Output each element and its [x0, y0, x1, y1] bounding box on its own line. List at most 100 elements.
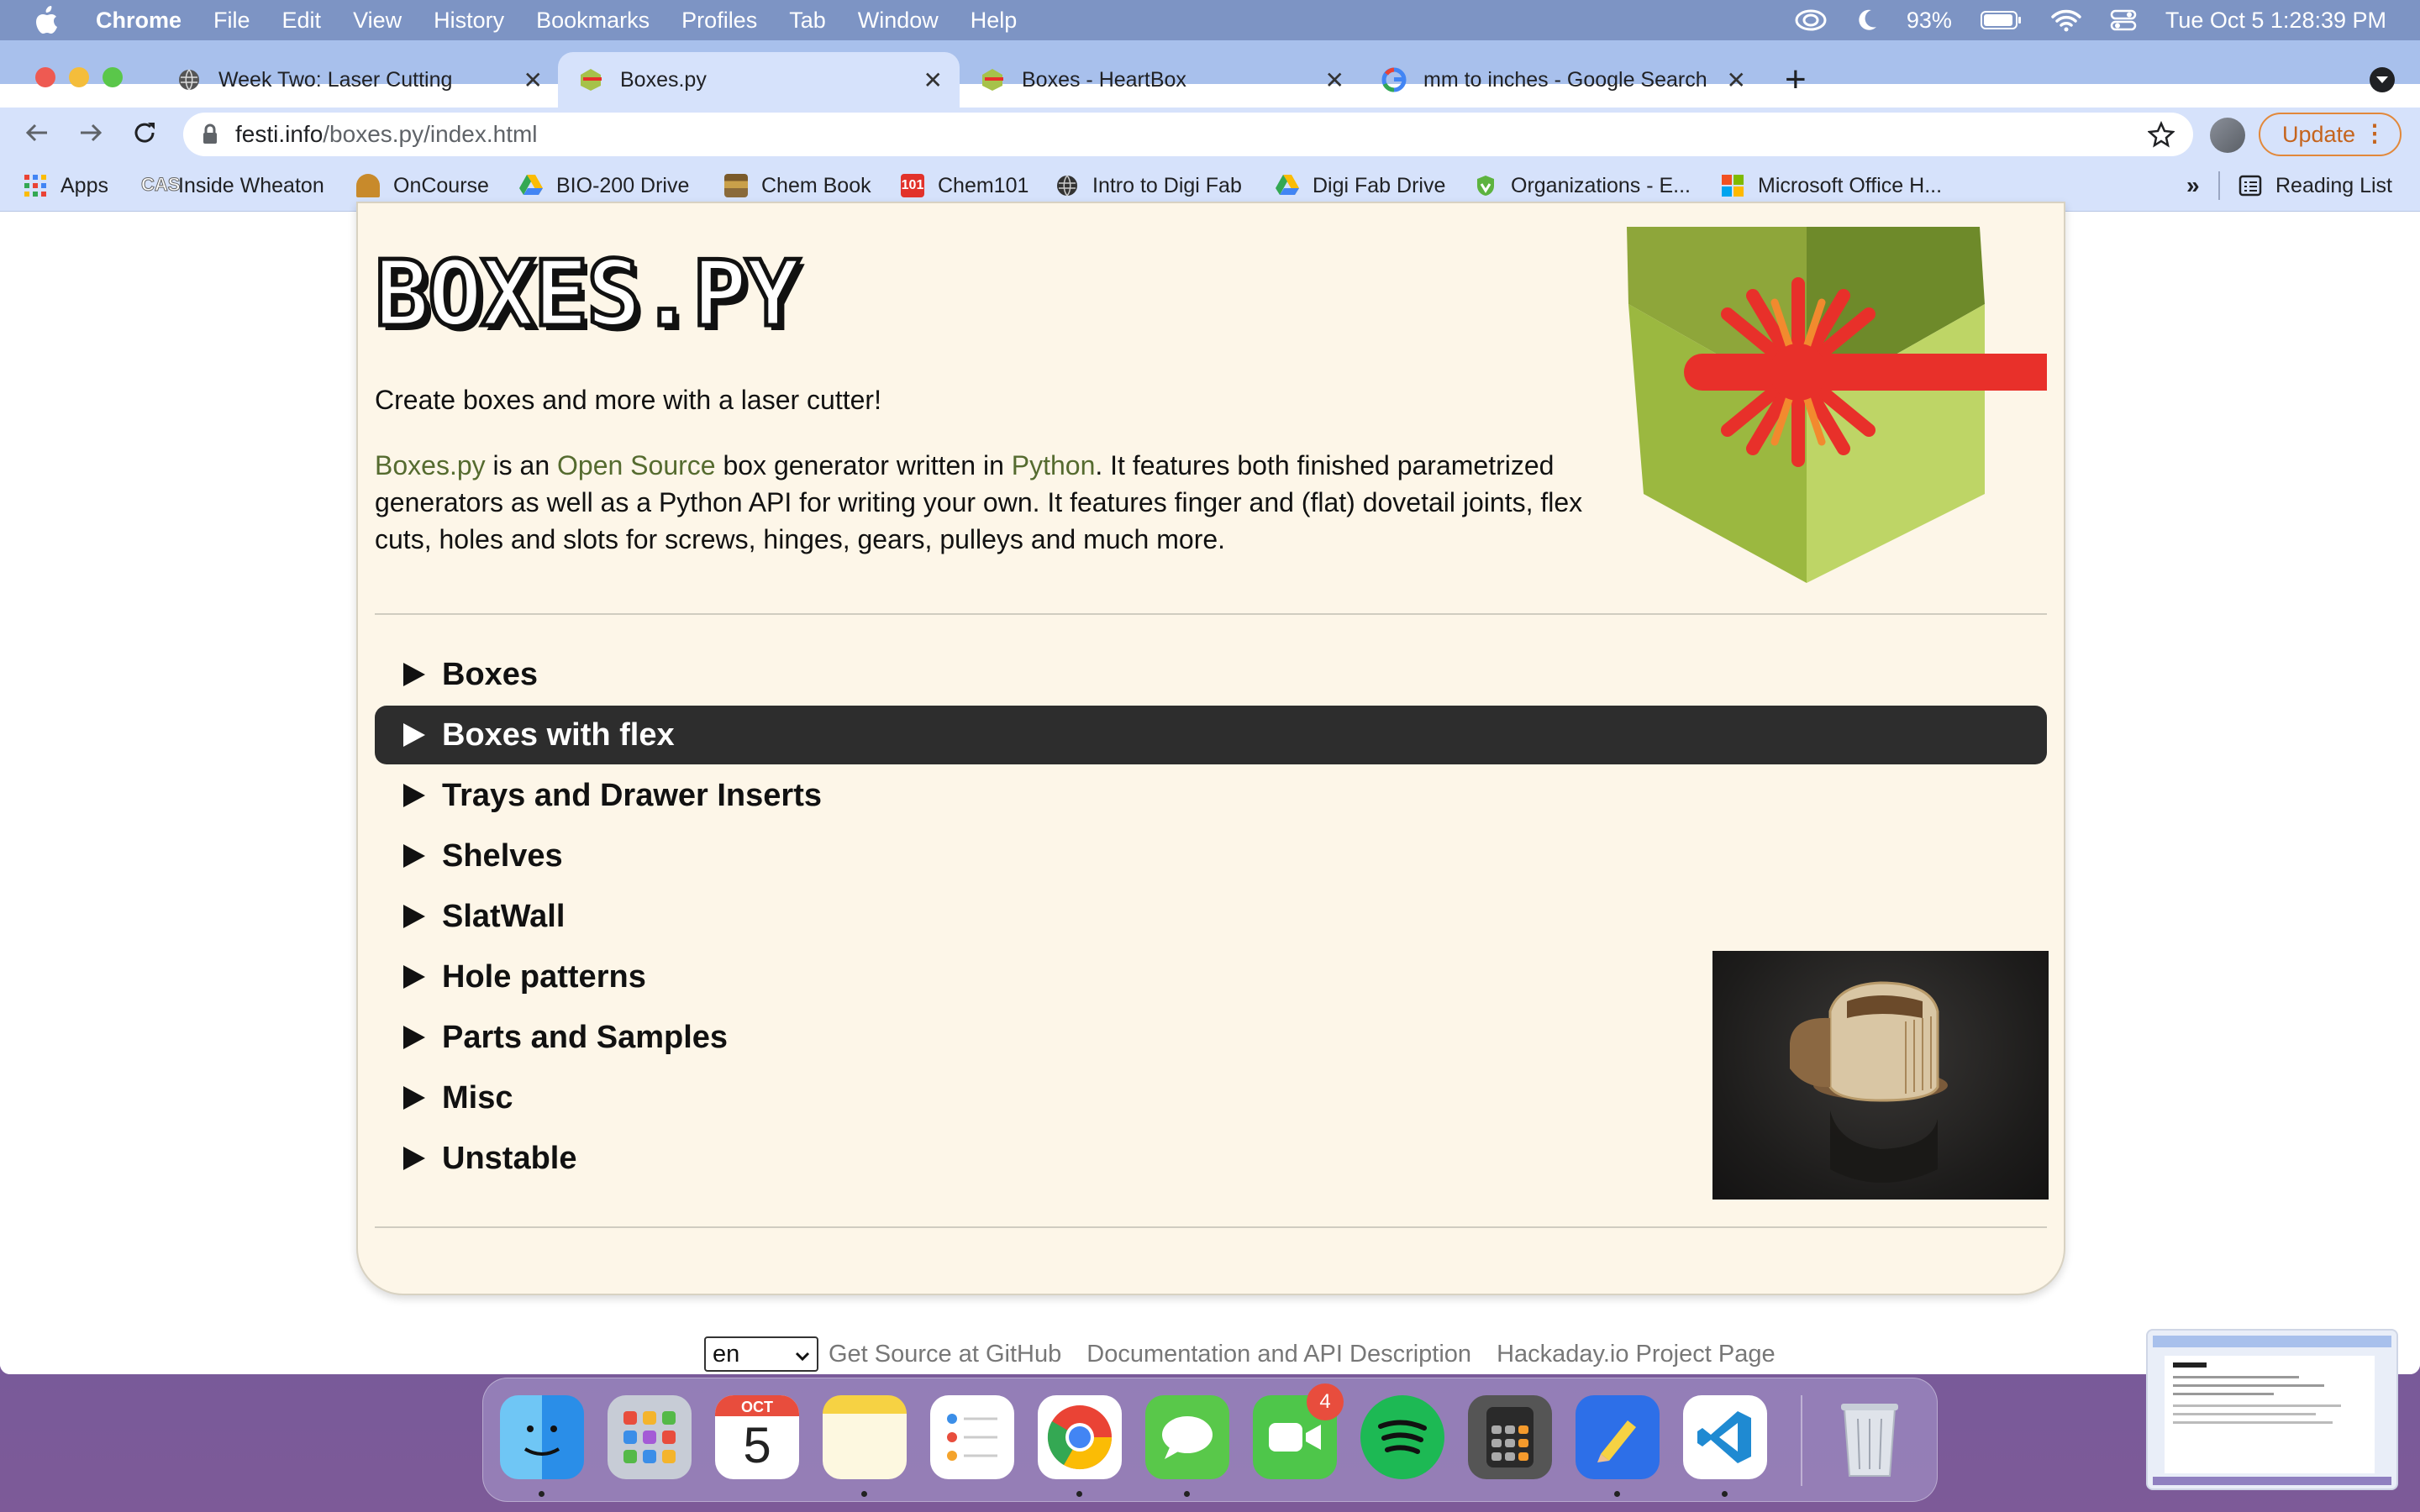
menu-view[interactable]: View: [353, 8, 402, 34]
forward-icon[interactable]: [76, 118, 106, 152]
chrome-window: Week Two: Laser Cutting ✕ Boxes.py ✕ Box…: [0, 40, 2420, 1374]
reading-list-button[interactable]: Reading List: [2238, 160, 2392, 212]
close-tab-icon[interactable]: ✕: [1325, 66, 1344, 94]
boxes-icon: [980, 67, 1005, 92]
lock-icon[interactable]: [202, 123, 218, 145]
battery-icon[interactable]: [1980, 10, 2023, 30]
menu-file[interactable]: File: [213, 8, 250, 34]
screenshot-preview-thumbnail[interactable]: [2146, 1329, 2398, 1490]
apps-grid-icon: [24, 174, 47, 197]
clock[interactable]: Tue Oct 5 1:28:39 PM: [2165, 8, 2386, 34]
kebab-menu-icon[interactable]: ⋮: [2363, 119, 2386, 147]
messages-icon[interactable]: [1145, 1395, 1229, 1479]
menu-history[interactable]: History: [434, 8, 504, 34]
chevron-down-icon: [795, 1341, 810, 1368]
expand-triangle-icon: [403, 723, 425, 747]
bookmark-inside-wheaton[interactable]: CAS Inside Wheaton: [141, 160, 324, 212]
new-tab-icon[interactable]: +: [1785, 59, 1807, 101]
language-select[interactable]: en: [704, 1336, 818, 1372]
close-tab-icon[interactable]: ✕: [1727, 66, 1746, 94]
apple-icon[interactable]: [34, 6, 67, 34]
menu-help[interactable]: Help: [971, 8, 1018, 34]
notes-icon[interactable]: [823, 1395, 907, 1479]
tab-strip: Week Two: Laser Cutting ✕ Boxes.py ✕ Box…: [0, 40, 2420, 108]
running-indicator: [1184, 1491, 1190, 1497]
menu-window[interactable]: Window: [858, 8, 939, 34]
desc-text: is an: [485, 450, 557, 480]
close-tab-icon[interactable]: ✕: [523, 66, 543, 94]
tab-search-icon[interactable]: [2370, 67, 2395, 92]
update-button[interactable]: Update ⋮: [2259, 113, 2402, 156]
expand-triangle-icon: [403, 1147, 425, 1170]
calendar-icon[interactable]: OCT 5: [715, 1395, 799, 1479]
menu-profiles[interactable]: Profiles: [681, 8, 757, 34]
calendar-day: 5: [743, 1417, 771, 1473]
spotify-icon[interactable]: [1360, 1395, 1444, 1479]
thumbnail-page: [2165, 1356, 2375, 1473]
address-bar[interactable]: festi.info/boxes.py/index.html: [183, 113, 2193, 156]
divider: [375, 1226, 2047, 1228]
content-card: BOXES.PY Create boxes and more with a la…: [356, 202, 2065, 1295]
star-icon[interactable]: [2147, 120, 2175, 154]
launchpad-icon[interactable]: [608, 1395, 692, 1479]
tab-boxes-py[interactable]: Boxes.py ✕: [558, 52, 960, 108]
category-boxes[interactable]: Boxes: [375, 645, 2047, 704]
script-editor-icon[interactable]: [1576, 1395, 1660, 1479]
menu-app-name[interactable]: Chrome: [96, 8, 182, 34]
finder-icon[interactable]: [500, 1395, 584, 1479]
boxes-laser-logo: [1627, 227, 2047, 583]
close-tab-icon[interactable]: ✕: [923, 66, 943, 94]
expand-triangle-icon: [403, 965, 425, 989]
calendar-month: OCT: [715, 1395, 799, 1416]
reload-icon[interactable]: [129, 118, 160, 152]
close-window-button[interactable]: [35, 67, 55, 87]
python-link[interactable]: Python: [1012, 450, 1096, 480]
category-label: Boxes: [442, 656, 539, 692]
category-trays-drawer-inserts[interactable]: Trays and Drawer Inserts: [375, 766, 2047, 825]
intro-text: Create boxes and more with a laser cutte…: [375, 385, 881, 415]
reading-list-label: Reading List: [2275, 173, 2392, 197]
back-icon[interactable]: [22, 118, 52, 152]
category-shelves[interactable]: Shelves: [375, 827, 2047, 885]
control-center-icon[interactable]: [2110, 8, 2137, 32]
bookmark-apps[interactable]: Apps: [24, 160, 108, 212]
calculator-icon[interactable]: [1468, 1395, 1552, 1479]
notification-badge: 4: [1307, 1383, 1344, 1420]
category-label: Shelves: [442, 837, 563, 874]
profile-avatar[interactable]: [2210, 118, 2245, 153]
creative-cloud-icon[interactable]: [1794, 8, 1828, 33]
github-link[interactable]: Get Source at GitHub: [829, 1341, 1061, 1368]
boxes-py-link[interactable]: Boxes.py: [375, 450, 486, 480]
office-icon: [1721, 174, 1744, 197]
facetime-icon[interactable]: 4: [1253, 1383, 1344, 1479]
bookmark-label: Chem101: [938, 173, 1029, 197]
menu-bookmarks[interactable]: Bookmarks: [536, 8, 650, 34]
bookmark-label: Digi Fab Drive: [1313, 173, 1446, 197]
language-select-value: en: [713, 1340, 740, 1368]
page-viewport: BOXES.PY Create boxes and more with a la…: [0, 202, 2420, 1374]
bookmark-label: OnCourse: [393, 173, 489, 197]
menu-tab[interactable]: Tab: [789, 8, 826, 34]
zoom-window-button[interactable]: [103, 67, 123, 87]
tab-week-two[interactable]: Week Two: Laser Cutting ✕: [156, 52, 560, 108]
chrome-icon[interactable]: [1038, 1395, 1122, 1479]
wifi-icon[interactable]: [2051, 8, 2081, 32]
category-slatwall[interactable]: SlatWall: [375, 887, 2047, 946]
menu-edit[interactable]: Edit: [282, 8, 322, 34]
moon-icon[interactable]: [1856, 8, 1878, 32]
category-boxes-with-flex[interactable]: Boxes with flex: [375, 706, 2047, 764]
hackaday-link[interactable]: Hackaday.io Project Page: [1497, 1341, 1776, 1368]
minimize-window-button[interactable]: [69, 67, 89, 87]
open-source-link[interactable]: Open Source: [557, 450, 716, 480]
tab-google-search[interactable]: mm to inches - Google Search ✕: [1361, 52, 1763, 108]
reminders-icon[interactable]: [930, 1395, 1014, 1479]
boxes-py-logo: BOXES.PY: [372, 240, 802, 349]
thumbnail-tabstrip: [2153, 1336, 2391, 1347]
tab-heartbox[interactable]: Boxes - HeartBox ✕: [960, 52, 1361, 108]
bookmarks-overflow-button[interactable]: »: [2186, 160, 2200, 212]
trash-icon[interactable]: [1828, 1395, 1912, 1479]
vscode-icon[interactable]: [1683, 1395, 1767, 1479]
documentation-link[interactable]: Documentation and API Description: [1086, 1341, 1471, 1368]
url-domain: festi.info: [235, 121, 324, 147]
running-indicator: [1076, 1491, 1082, 1497]
